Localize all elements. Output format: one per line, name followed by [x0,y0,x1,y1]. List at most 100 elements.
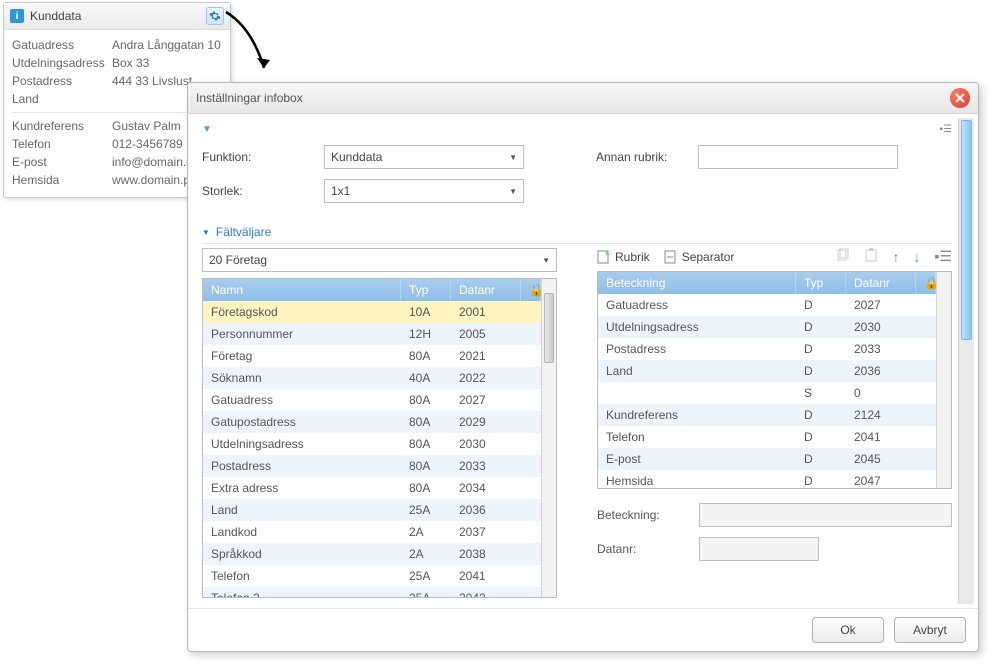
cell-lock [916,382,936,403]
move-up-icon[interactable]: ↑ [892,249,899,265]
table-row[interactable]: E-postD2045 [598,448,936,470]
table-row[interactable]: Personnummer12H2005 [203,323,541,345]
cancel-button[interactable]: Avbryt [894,617,966,643]
menu-icon[interactable]: ▪☰ [934,248,952,265]
add-separator-button[interactable]: + Separator [664,250,735,264]
cell-name: Söknamn [203,367,401,388]
info-icon: i [10,9,24,23]
menu-icon[interactable]: ▪☰ [939,124,952,135]
left-source-combo[interactable]: 20 Företag ▼ [202,248,557,272]
cell-name: Utdelningsadress [598,316,796,337]
kunddata-row: GatuadressAndra Långgatan 10 [12,36,222,54]
close-icon[interactable] [950,88,970,108]
table-row[interactable]: TelefonD2041 [598,426,936,448]
table-row[interactable]: Söknamn40A2022 [203,367,541,389]
table-row[interactable]: Företagskod10A2001 [203,301,541,323]
storlek-combo[interactable]: 1x1 ▼ [324,179,524,203]
kunddata-row-value: Box 33 [112,56,149,70]
kunddata-row-value: www.domain.p [112,173,190,187]
annan-rubrik-input[interactable] [698,145,898,169]
col-typ[interactable]: Typ [796,272,846,294]
cell-lock [521,477,541,498]
cell-typ: D [796,316,846,337]
kunddata-titlebar: i Kunddata [4,3,230,30]
cell-typ: D [796,338,846,359]
ok-button[interactable]: Ok [812,617,884,643]
col-typ[interactable]: Typ [401,279,451,301]
cell-typ: 25A [401,499,451,520]
funktion-value: Kunddata [331,150,509,164]
cell-datanr: 2124 [846,404,916,425]
add-rubrik-button[interactable]: + Rubrik [597,250,650,264]
cell-name: Telefon 2 [203,587,401,597]
table-row[interactable]: GatuadressD2027 [598,294,936,316]
right-grid-scrollbar[interactable] [936,272,951,488]
datanr-input[interactable] [699,537,819,561]
table-row[interactable]: Utdelningsadress80A2030 [203,433,541,455]
cell-name: Språkkod [203,543,401,564]
chevron-down-icon: ▼ [542,256,550,265]
funktion-combo[interactable]: Kunddata ▼ [324,145,524,169]
table-row[interactable]: PostadressD2033 [598,338,936,360]
table-row[interactable]: UtdelningsadressD2030 [598,316,936,338]
dialog-titlebar[interactable]: Inställningar infobox [188,83,978,114]
table-row[interactable]: LandD2036 [598,360,936,382]
cell-typ: S [796,382,846,403]
cell-typ: D [796,404,846,425]
copy-icon[interactable] [836,248,850,265]
gear-icon[interactable] [206,7,224,25]
cell-name: Företag [203,345,401,366]
cell-typ: 80A [401,433,451,454]
kunddata-row-value: Andra Långgatan 10 [112,38,221,52]
table-row[interactable]: Landkod2A2037 [203,521,541,543]
kunddata-row-value: 012-3456789 [112,137,183,151]
table-row[interactable]: Telefon25A2041 [203,565,541,587]
lock-icon[interactable]: 🔒 [521,279,541,301]
col-datanr[interactable]: Datanr [846,272,916,294]
table-row[interactable]: Postadress80A2033 [203,455,541,477]
cell-lock [521,345,541,366]
faltvaljare-header[interactable]: ▼ Fältväljare [202,225,952,244]
cell-datanr: 2038 [451,543,521,564]
pointer-arrow [224,8,284,88]
cell-datanr: 2034 [451,477,521,498]
col-datanr[interactable]: Datanr [451,279,521,301]
col-namn[interactable]: Namn [203,279,401,301]
table-row[interactable]: Företag80A2021 [203,345,541,367]
cell-lock [521,389,541,410]
cell-lock [521,499,541,520]
left-grid-scrollbar[interactable] [541,279,556,597]
cell-lock [521,543,541,564]
cell-lock [521,433,541,454]
dialog-scrollbar[interactable] [958,118,974,604]
table-row[interactable]: Extra adress80A2034 [203,477,541,499]
table-row[interactable]: Språkkod2A2038 [203,543,541,565]
beteckning-input[interactable] [699,503,952,527]
cell-name: Personnummer [203,323,401,344]
table-row[interactable]: HemsidaD2047 [598,470,936,488]
paste-icon[interactable] [864,248,878,265]
kunddata-row-label: Telefon [12,137,112,151]
table-row[interactable]: Telefon 225A2042 [203,587,541,597]
beteckning-label: Beteckning: [597,508,687,522]
left-source-value: 20 Företag [209,253,542,267]
kunddata-row: UtdelningsadressBox 33 [12,54,222,72]
cell-datanr: 2005 [451,323,521,344]
cell-lock [916,404,936,425]
table-row[interactable]: KundreferensD2124 [598,404,936,426]
move-down-icon[interactable]: ↓ [913,249,920,265]
cell-typ: 12H [401,323,451,344]
cell-datanr: 2021 [451,345,521,366]
kunddata-row-label: Gatuadress [12,38,112,52]
lock-icon[interactable]: 🔒 [916,272,936,294]
table-row[interactable]: Gatupostadress80A2029 [203,411,541,433]
settings-dialog: Inställningar infobox ▼ ▪☰ Funktion: Kun… [187,82,979,652]
expand-all-icon[interactable]: ▼ [202,124,212,135]
cell-name: Extra adress [203,477,401,498]
col-beteckning[interactable]: Beteckning [598,272,796,294]
table-row[interactable]: Gatuadress80A2027 [203,389,541,411]
table-row[interactable]: S0 [598,382,936,404]
left-grid-header[interactable]: Namn Typ Datanr 🔒 [203,279,541,301]
right-grid-header[interactable]: Beteckning Typ Datanr 🔒 [598,272,936,294]
table-row[interactable]: Land25A2036 [203,499,541,521]
